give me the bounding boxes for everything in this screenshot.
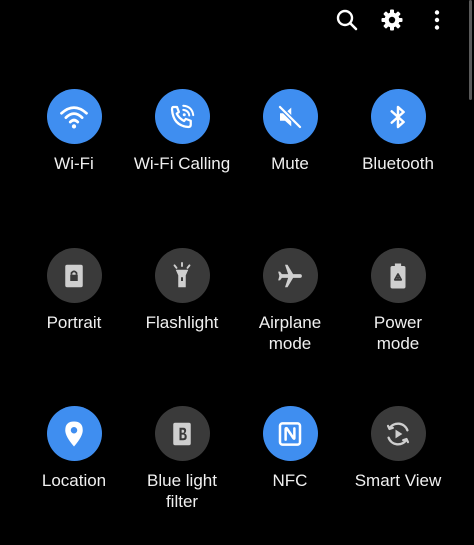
flashlight-icon bbox=[173, 261, 191, 287]
tile-button[interactable] bbox=[46, 89, 102, 144]
tile-button[interactable] bbox=[154, 248, 210, 303]
smart-view-icon bbox=[386, 421, 410, 446]
tile-wifi[interactable]: Wi-Fi bbox=[20, 89, 128, 248]
tile-smart-view[interactable]: Smart View bbox=[344, 406, 452, 545]
blue-light-icon bbox=[173, 422, 191, 445]
mute-icon bbox=[277, 104, 303, 129]
tile-button[interactable] bbox=[46, 406, 102, 461]
gear-icon[interactable] bbox=[378, 6, 406, 34]
tile-label: Mute bbox=[271, 154, 309, 173]
quick-settings-grid: Wi-Fi Wi-Fi Calling Mute Bluetooth Portr… bbox=[20, 89, 452, 545]
tile-bluetooth[interactable]: Bluetooth bbox=[344, 89, 452, 248]
tile-label: Bluetooth bbox=[362, 154, 434, 173]
tile-label: Smart View bbox=[354, 471, 442, 490]
tile-wifi-calling[interactable]: Wi-Fi Calling bbox=[128, 89, 236, 248]
tile-button[interactable] bbox=[154, 89, 210, 144]
tile-label: Wi-Fi Calling bbox=[133, 154, 231, 173]
more-vertical-icon[interactable] bbox=[423, 6, 451, 34]
tile-button[interactable] bbox=[154, 406, 210, 461]
wifi-calling-icon bbox=[170, 104, 195, 128]
tile-airplane-mode[interactable]: Airplane mode bbox=[236, 248, 344, 406]
tile-flashlight[interactable]: Flashlight bbox=[128, 248, 236, 406]
tile-label: NFC bbox=[272, 471, 308, 490]
tile-label: Airplane mode bbox=[258, 313, 322, 353]
search-icon[interactable] bbox=[333, 6, 361, 34]
portrait-lock-icon bbox=[65, 264, 83, 287]
tile-label: Power mode bbox=[373, 313, 423, 353]
bluetooth-icon bbox=[390, 105, 405, 128]
tile-button[interactable] bbox=[262, 406, 318, 461]
tile-nfc[interactable]: NFC bbox=[236, 406, 344, 545]
tile-button[interactable] bbox=[370, 248, 426, 303]
tile-label: Location bbox=[41, 471, 107, 490]
location-pin-icon bbox=[65, 421, 83, 446]
tile-button[interactable] bbox=[262, 248, 318, 303]
tile-button[interactable] bbox=[370, 406, 426, 461]
tile-mute[interactable]: Mute bbox=[236, 89, 344, 248]
tile-portrait[interactable]: Portrait bbox=[20, 248, 128, 406]
tile-location[interactable]: Location bbox=[20, 406, 128, 545]
nfc-icon bbox=[278, 421, 302, 446]
tile-button[interactable] bbox=[370, 89, 426, 144]
airplane-icon bbox=[278, 264, 302, 287]
tile-blue-light-filter[interactable]: Blue light filter bbox=[128, 406, 236, 545]
tile-button[interactable] bbox=[262, 89, 318, 144]
wifi-icon bbox=[60, 105, 88, 128]
battery-recycle-icon bbox=[390, 263, 406, 288]
quick-panel-header bbox=[0, 0, 474, 40]
scroll-indicator[interactable] bbox=[469, 0, 472, 100]
tile-label: Portrait bbox=[46, 313, 102, 332]
tile-label: Wi-Fi bbox=[54, 154, 94, 173]
tile-button[interactable] bbox=[46, 248, 102, 303]
tile-power-mode[interactable]: Power mode bbox=[344, 248, 452, 406]
tile-label: Blue light filter bbox=[147, 471, 217, 511]
tile-label: Flashlight bbox=[145, 313, 219, 332]
